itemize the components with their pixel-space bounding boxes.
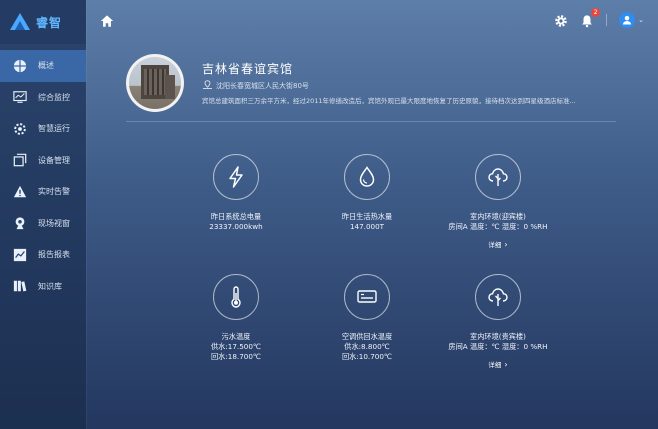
books-icon — [12, 278, 28, 294]
chevron-down-icon: ⌄ — [638, 16, 644, 24]
card-value: 147.000T — [349, 222, 385, 231]
sidebar: 睿智 概述 综合监控 智慧运行 设备管理 实时告警 现场视窗 报告报表 知识库 — [0, 0, 86, 429]
notification-badge: 2 — [591, 8, 601, 17]
chevron-right-icon: › — [504, 239, 508, 249]
gear-icon[interactable] — [554, 13, 568, 27]
logo-icon — [8, 10, 32, 34]
card-title: 污水温度 — [221, 332, 251, 341]
chart-icon — [12, 247, 28, 263]
card-value-return: 回水:10.700℃ — [341, 352, 393, 361]
card-value: 房间A 温度：℃ 湿度：0 %RH — [448, 342, 548, 351]
water-drop-icon — [344, 154, 390, 200]
divider — [606, 14, 608, 26]
topbar: 2 ⌄ — [86, 0, 658, 40]
hotel-address-text: 沈阳长春宽城区人民大街80号 — [216, 81, 309, 90]
card-ac-water-temp: 空调供回水温度 供水:8.800℃ 回水:10.700℃ — [297, 274, 437, 362]
settings-icon — [12, 121, 28, 137]
card-title: 室内环境(迎宾楼) — [470, 212, 526, 221]
logo-text: 睿智 — [36, 15, 63, 30]
card-title: 昨日系统总电量 — [210, 212, 262, 221]
sidebar-item-alarms[interactable]: 实时告警 — [0, 176, 86, 208]
chevron-right-icon: › — [504, 359, 508, 369]
copy-icon — [12, 152, 28, 168]
sidebar-item-label: 现场视窗 — [38, 218, 70, 228]
cloud-tree-icon — [475, 274, 521, 320]
monitor-icon — [12, 89, 28, 105]
detail-link[interactable]: 详细 › — [488, 239, 508, 250]
sidebar-item-devices[interactable]: 设备管理 — [0, 145, 86, 177]
home-icon[interactable] — [100, 13, 114, 27]
card-title: 室内环境(贵宾楼) — [470, 332, 526, 341]
location-icon — [202, 80, 213, 91]
card-indoor-welcome: 室内环境(迎宾楼) 房间A 温度：℃ 湿度：0 %RH 详细 › — [428, 154, 568, 251]
sidebar-item-knowledge[interactable]: 知识库 — [0, 271, 86, 303]
lightning-icon — [213, 154, 259, 200]
sidebar-nav: 概述 综合监控 智慧运行 设备管理 实时告警 现场视窗 报告报表 知识库 — [0, 50, 86, 302]
card-electricity: 昨日系统总电量 23337.000kwh — [166, 154, 306, 232]
user-menu[interactable]: ⌄ — [619, 12, 644, 28]
cloud-tree-icon — [475, 154, 521, 200]
user-avatar-icon — [619, 12, 636, 28]
camera-icon — [12, 215, 28, 231]
sidebar-item-operation[interactable]: 智慧运行 — [0, 113, 86, 145]
hotel-info: 吉林省春谊宾馆 沈阳长春宽城区人民大街80号 宾馆总建筑面积三万余平方米，经过2… — [126, 54, 616, 122]
card-title: 昨日生活热水量 — [341, 212, 393, 221]
sidebar-item-label: 智慧运行 — [38, 124, 70, 134]
warning-icon — [12, 184, 28, 200]
sidebar-item-camera[interactable]: 现场视窗 — [0, 208, 86, 240]
detail-label: 详细 — [488, 361, 502, 369]
hotel-name: 吉林省春谊宾馆 — [202, 62, 294, 76]
sidebar-item-overview[interactable]: 概述 — [0, 50, 86, 82]
sidebar-item-label: 实时告警 — [38, 187, 70, 197]
sidebar-item-label: 设备管理 — [38, 155, 70, 165]
card-hot-water: 昨日生活热水量 147.000T — [297, 154, 437, 232]
globe-icon — [12, 58, 28, 74]
sidebar-item-label: 综合监控 — [38, 92, 70, 102]
thermometer-icon — [213, 274, 259, 320]
hotel-photo — [126, 54, 184, 112]
sidebar-item-label: 概述 — [38, 61, 54, 71]
card-value-return: 回水:18.700℃ — [210, 352, 262, 361]
card-value: 23337.000kwh — [209, 222, 263, 231]
topbar-actions: 2 ⌄ — [554, 8, 644, 28]
sidebar-item-monitoring[interactable]: 综合监控 — [0, 82, 86, 114]
detail-link[interactable]: 详细 › — [488, 359, 508, 370]
card-indoor-vip: 室内环境(贵宾楼) 房间A 温度：℃ 湿度：0 %RH 详细 › — [428, 274, 568, 371]
card-title: 空调供回水温度 — [341, 332, 393, 341]
hotel-address: 沈阳长春宽城区人民大街80号 — [202, 80, 309, 91]
card-value-supply: 供水:17.500℃ — [210, 342, 262, 351]
logo[interactable]: 睿智 — [0, 0, 86, 44]
sidebar-item-label: 报告报表 — [38, 250, 70, 260]
hotel-description: 宾馆总建筑面积三万余平方米，经过2011年修缮改造后，宾馆外观已最大限度地恢复了… — [202, 97, 576, 105]
detail-label: 详细 — [488, 241, 502, 249]
card-sewage-temp: 污水温度 供水:17.500℃ 回水:18.700℃ — [166, 274, 306, 362]
bell-icon[interactable]: 2 — [580, 8, 601, 28]
air-conditioner-icon — [344, 274, 390, 320]
sidebar-item-reports[interactable]: 报告报表 — [0, 239, 86, 271]
sidebar-item-label: 知识库 — [38, 281, 62, 291]
card-value-supply: 供水:8.800℃ — [344, 342, 390, 351]
card-value: 房间A 温度：℃ 湿度：0 %RH — [448, 222, 548, 231]
